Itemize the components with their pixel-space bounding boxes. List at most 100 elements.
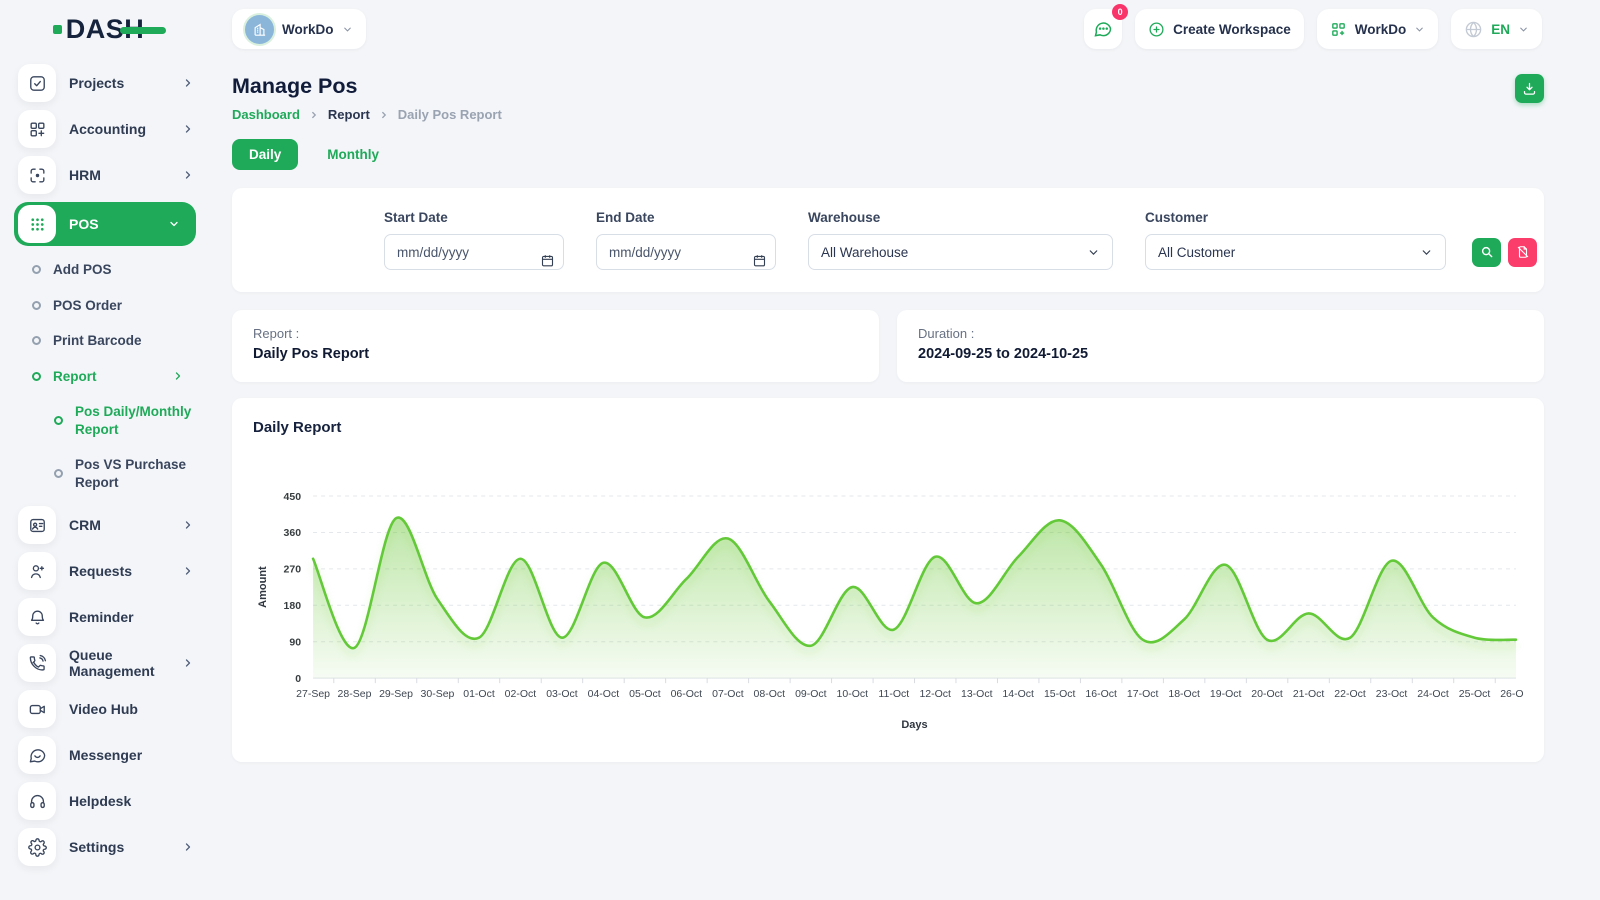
hrm-icon bbox=[18, 156, 56, 194]
svg-text:05-Oct: 05-Oct bbox=[629, 688, 661, 700]
breadcrumb-item-report: Report bbox=[328, 107, 370, 122]
download-button[interactable] bbox=[1515, 74, 1544, 103]
sidebar-item-pos[interactable]: POS bbox=[14, 202, 196, 246]
end-date-input[interactable] bbox=[596, 234, 776, 270]
sidebar-subitem-add-pos[interactable]: Add POS bbox=[14, 252, 210, 288]
sidebar-item-projects[interactable]: Projects bbox=[14, 64, 210, 102]
sidebar-item-label: Requests bbox=[69, 563, 132, 579]
sidebar-item-settings[interactable]: Settings bbox=[14, 828, 210, 866]
warehouse-selected-value: All Warehouse bbox=[821, 245, 908, 260]
plus-circle-icon bbox=[1148, 21, 1165, 38]
language-selector[interactable]: EN bbox=[1451, 9, 1542, 49]
warehouse-field: Warehouse All Warehouse bbox=[808, 210, 1113, 270]
sidebar-menu: Projects Accounting HRM POS Add POS POS Order… bbox=[14, 64, 210, 866]
sidebar-subitem-pos-order[interactable]: POS Order bbox=[14, 288, 210, 324]
customer-selected-value: All Customer bbox=[1158, 245, 1235, 260]
chevron-right-icon bbox=[182, 123, 194, 135]
accounting-icon bbox=[18, 110, 56, 148]
warehouse-select[interactable]: All Warehouse bbox=[808, 234, 1113, 270]
requests-icon bbox=[18, 552, 56, 590]
svg-text:Days: Days bbox=[901, 719, 927, 731]
sidebar-subitem-label: Add POS bbox=[53, 261, 112, 279]
sidebar-item-requests[interactable]: Requests bbox=[14, 552, 210, 590]
sidebar-subitem-print-barcode[interactable]: Print Barcode bbox=[14, 323, 210, 359]
sidebar-item-label: CRM bbox=[69, 517, 101, 533]
customer-select[interactable]: All Customer bbox=[1145, 234, 1446, 270]
sidebar-item-messenger[interactable]: Messenger bbox=[14, 736, 210, 774]
crm-icon bbox=[18, 506, 56, 544]
pos-icon bbox=[18, 205, 56, 243]
svg-text:10-Oct: 10-Oct bbox=[837, 688, 869, 700]
svg-text:21-Oct: 21-Oct bbox=[1293, 688, 1325, 700]
topbar-actions: 0 Create Workspace WorkDo EN bbox=[1084, 9, 1542, 49]
sidebar-item-crm[interactable]: CRM bbox=[14, 506, 210, 544]
duration-summary-card: Duration : 2024-09-25 to 2024-10-25 bbox=[897, 310, 1544, 382]
messages-button[interactable]: 0 bbox=[1084, 9, 1122, 49]
svg-text:28-Sep: 28-Sep bbox=[338, 688, 372, 700]
sidebar-item-hrm[interactable]: HRM bbox=[14, 156, 210, 194]
reset-filter-button[interactable] bbox=[1508, 238, 1537, 267]
warehouse-label: Warehouse bbox=[808, 210, 1113, 225]
bullet-icon bbox=[32, 265, 41, 274]
create-workspace-button[interactable]: Create Workspace bbox=[1135, 9, 1304, 49]
chevron-right-icon bbox=[182, 565, 194, 577]
svg-text:90: 90 bbox=[289, 637, 301, 649]
video-icon bbox=[18, 690, 56, 728]
search-icon bbox=[1480, 245, 1494, 259]
sidebar-subitem-pos-daily-monthly-report[interactable]: Pos Daily/Monthly Report bbox=[14, 394, 210, 447]
sidebar-item-label: Helpdesk bbox=[69, 793, 131, 809]
chevron-right-icon bbox=[182, 169, 194, 181]
end-date-field: End Date bbox=[596, 210, 776, 270]
start-date-label: Start Date bbox=[384, 210, 564, 225]
svg-text:29-Sep: 29-Sep bbox=[379, 688, 413, 700]
report-summary-card: Report : Daily Pos Report bbox=[232, 310, 879, 382]
sidebar-item-label: POS bbox=[69, 216, 99, 232]
bullet-icon bbox=[54, 469, 63, 478]
svg-text:07-Oct: 07-Oct bbox=[712, 688, 744, 700]
sidebar-subitem-report[interactable]: Report bbox=[14, 359, 210, 395]
svg-text:270: 270 bbox=[284, 564, 302, 576]
workspace-selector[interactable]: WorkDo bbox=[232, 9, 366, 49]
download-icon bbox=[1522, 81, 1537, 96]
svg-text:25-Oct: 25-Oct bbox=[1459, 688, 1491, 700]
page-title: Manage Pos bbox=[232, 74, 502, 99]
breadcrumb-item-dashboard[interactable]: Dashboard bbox=[232, 107, 300, 122]
search-button[interactable] bbox=[1472, 238, 1501, 267]
start-date-input[interactable] bbox=[384, 234, 564, 270]
sidebar-item-helpdesk[interactable]: Helpdesk bbox=[14, 782, 210, 820]
svg-text:24-Oct: 24-Oct bbox=[1417, 688, 1449, 700]
area-chart[interactable]: 09018027036045027-Sep28-Sep29-Sep30-Sep0… bbox=[253, 480, 1524, 732]
svg-text:30-Sep: 30-Sep bbox=[421, 688, 455, 700]
chart-title: Daily Report bbox=[253, 419, 1524, 436]
main-content: Manage Pos DashboardReportDaily Pos Repo… bbox=[210, 58, 1600, 762]
sidebar-subitem-label: Print Barcode bbox=[53, 332, 142, 350]
logo-dot bbox=[53, 25, 62, 34]
top-bar: DASH WorkDo 0 Create Workspace WorkDo bbox=[0, 0, 1600, 58]
customer-field: Customer All Customer bbox=[1145, 210, 1446, 270]
globe-icon bbox=[1464, 20, 1483, 39]
queue-icon bbox=[18, 644, 56, 682]
sidebar-item-video-hub[interactable]: Video Hub bbox=[14, 690, 210, 728]
sidebar-item-reminder[interactable]: Reminder bbox=[14, 598, 210, 636]
tab-daily[interactable]: Daily bbox=[232, 139, 298, 170]
sidebar-subitem-label: Pos VS Purchase Report bbox=[75, 456, 193, 491]
bullet-icon bbox=[32, 336, 41, 345]
sidebar-subitem-label: POS Order bbox=[53, 297, 122, 315]
workspace-name: WorkDo bbox=[282, 22, 334, 37]
tab-monthly[interactable]: Monthly bbox=[310, 139, 396, 170]
sidebar-item-queue-management[interactable]: Queue Management bbox=[14, 644, 210, 682]
bullet-icon bbox=[32, 372, 41, 381]
sidebar-submenu: Add POS POS Order Print Barcode ReportPos D… bbox=[14, 252, 210, 500]
sidebar-subitem-pos-vs-purchase-report[interactable]: Pos VS Purchase Report bbox=[14, 447, 210, 500]
sidebar-item-accounting[interactable]: Accounting bbox=[14, 110, 210, 148]
svg-text:450: 450 bbox=[284, 491, 302, 503]
svg-text:180: 180 bbox=[284, 600, 302, 612]
breadcrumb-separator-icon bbox=[309, 110, 319, 120]
settings-icon bbox=[18, 828, 56, 866]
svg-text:06-Oct: 06-Oct bbox=[671, 688, 703, 700]
brand-logo[interactable]: DASH bbox=[66, 14, 145, 45]
workdo-menu-button[interactable]: WorkDo bbox=[1317, 9, 1439, 49]
logo-bar bbox=[120, 27, 166, 34]
grid-plus-icon bbox=[1330, 21, 1347, 38]
chevron-right-icon bbox=[172, 370, 184, 382]
